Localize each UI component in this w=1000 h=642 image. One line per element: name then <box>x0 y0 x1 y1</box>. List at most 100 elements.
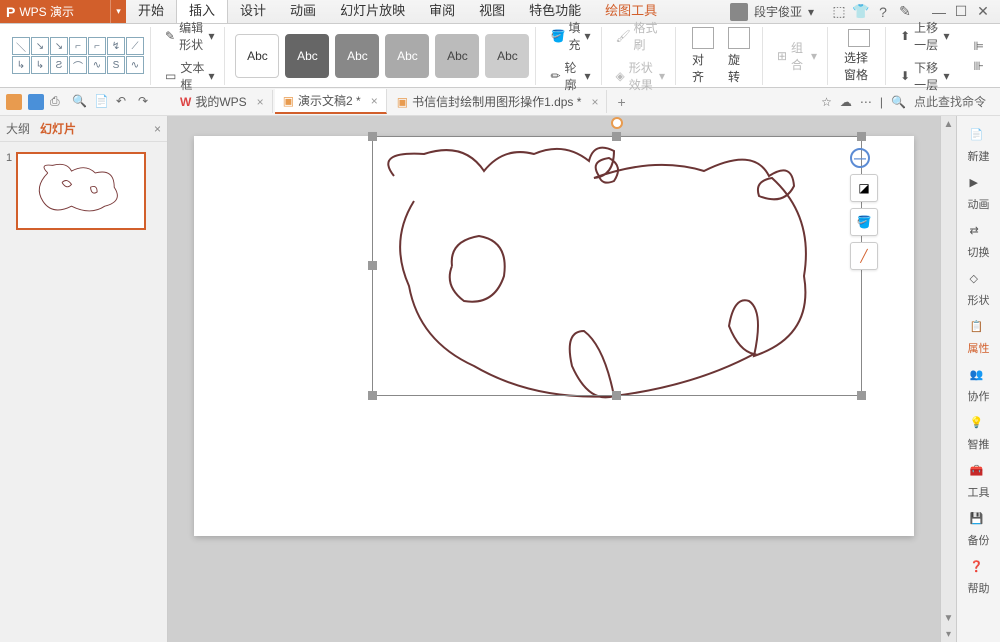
rp-props[interactable]: 📋属性 <box>968 320 990 356</box>
tab-view[interactable]: 视图 <box>467 0 517 23</box>
right-sidebar: 📄新建 ▶动画 ⇄切换 ◇形状 📋属性 👥协作 💡智推 🧰工具 💾备份 ❓帮助 <box>956 116 1000 642</box>
export-pdf-icon[interactable]: 📄 <box>94 94 110 110</box>
user-name: 段宇俊亚 <box>754 3 802 20</box>
style-preset-2[interactable]: Abc <box>285 34 329 78</box>
style-preset-1[interactable]: Abc <box>235 34 279 78</box>
doctab-new[interactable]: + <box>609 91 633 113</box>
fill-button[interactable]: 🪣填充 ▾ <box>546 17 594 55</box>
redo-icon[interactable]: ↷ <box>138 94 154 110</box>
style-preset-6[interactable]: Abc <box>485 34 529 78</box>
style-preset-4[interactable]: Abc <box>385 34 429 78</box>
help-icon[interactable]: ? <box>874 4 892 20</box>
slide[interactable]: — ◪ 🪣 ╱ <box>194 136 914 536</box>
title-bar: P WPS 演示 ▾ 开始 插入 设计 动画 幻灯片放映 审阅 视图 特色功能 … <box>0 0 1000 24</box>
rp-smart[interactable]: 💡智推 <box>968 416 990 452</box>
maximize-button[interactable]: ☐ <box>952 3 970 20</box>
tab-slideshow[interactable]: 幻灯片放映 <box>328 0 417 23</box>
rotate-handle[interactable] <box>611 117 623 129</box>
edit-shape-button[interactable]: ✎编辑形状 ▾ <box>161 17 218 55</box>
search-area: ☆ ☁ ⋯ | 🔍 点此查找命令 <box>813 93 994 110</box>
rotate-button[interactable]: 旋转 <box>722 27 756 85</box>
rp-collab[interactable]: 👥协作 <box>968 368 990 404</box>
doctab-mywps-close[interactable]: × <box>257 95 264 109</box>
fill-tool-icon: ◪ <box>858 181 869 195</box>
search-more-icon[interactable]: ⋯ <box>860 95 872 109</box>
left-panel-close[interactable]: × <box>154 122 161 136</box>
doctab-1-close[interactable]: × <box>371 94 378 108</box>
tab-anim[interactable]: 动画 <box>278 0 328 23</box>
shirt-icon[interactable]: 👕 <box>852 3 870 20</box>
slides-tab[interactable]: 幻灯片 <box>40 120 76 137</box>
undo-icon[interactable]: ↶ <box>116 94 132 110</box>
outline-tab[interactable]: 大纲 <box>6 120 30 137</box>
app-name: WPS 演示 <box>19 3 74 20</box>
handle-bottom[interactable] <box>612 391 621 400</box>
float-fill-button[interactable]: ◪ <box>850 174 878 202</box>
handle-top-right[interactable] <box>857 132 866 141</box>
rp-help[interactable]: ❓帮助 <box>968 560 990 596</box>
cloud-icon[interactable]: ☁ <box>840 95 852 109</box>
align-extra-group: ⊫ ⊪ <box>964 27 994 85</box>
bookmark-icon[interactable]: ☆ <box>821 95 832 109</box>
doctab-2[interactable]: ▣ 书信信封绘制用图形操作1.dps * × <box>389 90 608 113</box>
effects-icon: ◈ <box>616 69 625 83</box>
align-extra-1[interactable]: ⊫ <box>970 37 988 55</box>
app-menu-dropdown[interactable]: ▾ <box>110 0 126 23</box>
handle-left[interactable] <box>368 261 377 270</box>
selection-box[interactable] <box>372 136 862 396</box>
float-style-button[interactable]: 🪣 <box>850 208 878 236</box>
handle-top-left[interactable] <box>368 132 377 141</box>
rp-tools[interactable]: 🧰工具 <box>968 464 990 500</box>
vertical-scrollbar[interactable]: ▲ ▼ ▾ <box>940 116 956 642</box>
qat-buttons: ⎙ 🔍 📄 ↶ ↷ <box>6 94 154 110</box>
save-icon[interactable] <box>28 94 44 110</box>
tab-design[interactable]: 设计 <box>228 0 278 23</box>
rp-backup[interactable]: 💾备份 <box>968 512 990 548</box>
style-gallery-group: Abc Abc Abc Abc Abc Abc <box>229 27 536 85</box>
rp-anim[interactable]: ▶动画 <box>968 176 990 212</box>
handle-top[interactable] <box>612 132 621 141</box>
app-logo[interactable]: P WPS 演示 <box>0 0 110 23</box>
align-extra-2[interactable]: ⊪ <box>970 57 988 75</box>
print-preview-icon[interactable]: 🔍 <box>72 94 88 110</box>
ppt-file-icon: ▣ <box>397 95 408 109</box>
scroll-down2-icon[interactable]: ▾ <box>941 626 956 642</box>
tab-review[interactable]: 审阅 <box>417 0 467 23</box>
doctab-1[interactable]: ▣ 演示文稿2 * × <box>275 89 387 114</box>
combine-button[interactable]: ⊞组合 ▾ <box>773 37 821 75</box>
trans-icon: ⇄ <box>970 224 988 242</box>
rp-trans[interactable]: ⇄切换 <box>968 224 990 260</box>
open-icon[interactable] <box>6 94 22 110</box>
move-down-icon: ⬇ <box>900 69 910 83</box>
slide-canvas-area[interactable]: — ◪ 🪣 ╱ <box>168 116 940 642</box>
handle-bottom-left[interactable] <box>368 391 377 400</box>
line-shapes-gallery[interactable]: ＼↘↘⌐⌐↯⟋ ↳↳Ƨ⌒∿S∿ <box>12 37 144 74</box>
float-outline-button[interactable]: ╱ <box>850 242 878 270</box>
format-effects-group: 🖌格式刷 ◈形状效果 ▾ <box>606 27 676 85</box>
user-area[interactable]: 段宇俊亚 ▾ <box>722 0 822 23</box>
style-preset-3[interactable]: Abc <box>335 34 379 78</box>
skin-icon[interactable]: ⬚ <box>830 3 848 20</box>
move-up-button[interactable]: ⬆上移一层 ▾ <box>896 17 953 55</box>
search-placeholder[interactable]: 点此查找命令 <box>914 93 986 110</box>
doctab-2-close[interactable]: × <box>591 95 598 109</box>
rp-new[interactable]: 📄新建 <box>968 128 990 164</box>
slide-thumbnail-1[interactable] <box>16 152 146 230</box>
float-delete-button[interactable]: — <box>850 148 870 168</box>
align-rotate-group: 对齐 旋转 <box>680 27 763 85</box>
rp-shape[interactable]: ◇形状 <box>968 272 990 308</box>
ppt-file-icon: ▣ <box>283 94 294 108</box>
handle-bottom-right[interactable] <box>857 391 866 400</box>
align-button[interactable]: 对齐 <box>686 27 720 85</box>
move-down-button[interactable]: ⬇下移一层 ▾ <box>896 57 953 95</box>
style-preset-5[interactable]: Abc <box>435 34 479 78</box>
shape-style-gallery[interactable]: Abc Abc Abc Abc Abc Abc <box>235 34 529 78</box>
format-painter-button[interactable]: 🖌格式刷 <box>612 17 669 55</box>
scroll-down-icon[interactable]: ▼ <box>941 610 956 626</box>
close-button[interactable]: ✕ <box>974 3 992 20</box>
doctab-mywps[interactable]: W 我的WPS × <box>172 90 273 113</box>
print-icon[interactable]: ⎙ <box>50 94 66 110</box>
user-dropdown-icon: ▾ <box>808 5 814 19</box>
select-pane-button[interactable]: 选择窗格 <box>838 29 879 83</box>
scroll-up-icon[interactable]: ▲ <box>941 116 956 132</box>
